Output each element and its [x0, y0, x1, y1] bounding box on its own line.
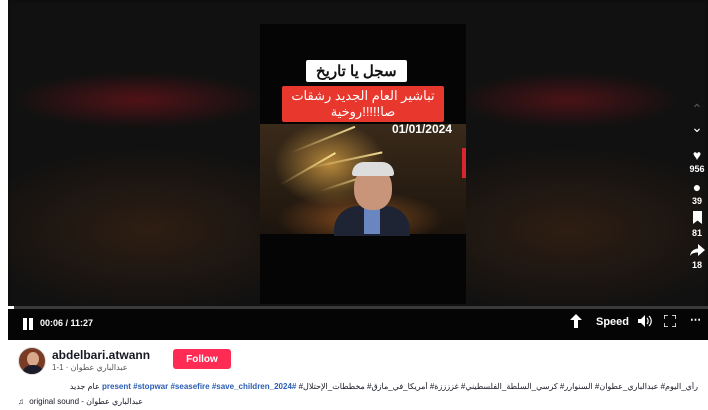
- video-frame[interactable]: سجل يا تاريخ تباشير العام الجديد رشقات ص…: [260, 24, 466, 304]
- caption-text[interactable]: رأي_اليوم# عبدالباري_عطوان# السنوارر# كر…: [299, 382, 698, 391]
- heart-icon[interactable]: ♥: [682, 146, 708, 164]
- video-date-stamp: 01/01/2024: [391, 122, 452, 136]
- chevron-down-icon[interactable]: ⌄: [682, 118, 708, 136]
- chevron-up-icon[interactable]: ⌃: [682, 100, 708, 118]
- video-page: سجل يا تاريخ تباشير العام الجديد رشقات ص…: [0, 0, 708, 410]
- comment-icon[interactable]: ●: [682, 178, 708, 196]
- save-count: 81: [691, 228, 702, 238]
- author-username[interactable]: abdelbari.atwann: [52, 348, 150, 362]
- time-display: 00:06 / 11:27: [40, 318, 94, 328]
- music-label[interactable]: original sound - عبدالباري عطوان: [29, 397, 143, 406]
- video-overlay-title: سجل يا تاريخ: [306, 60, 407, 82]
- share-icon[interactable]: [682, 242, 708, 260]
- player-controls: 00:06 / 11:27 Speed ⋯: [8, 306, 708, 340]
- avatar[interactable]: [18, 347, 46, 375]
- presenter-figure: [334, 160, 410, 236]
- comment-count: 39: [691, 196, 702, 206]
- follow-button[interactable]: Follow: [173, 349, 231, 369]
- fullscreen-icon[interactable]: [663, 314, 677, 330]
- action-column: ⌃ ⌄ ♥ 956 ● 39 81 18: [682, 100, 708, 274]
- progress-bar[interactable]: [8, 306, 708, 309]
- like-count: 956: [689, 164, 705, 174]
- video-caption: رأي_اليوم# عبدالباري_عطوان# السنوارر# كر…: [18, 382, 698, 391]
- volume-icon[interactable]: [638, 315, 652, 330]
- speed-button[interactable]: Speed: [596, 316, 629, 328]
- pause-icon[interactable]: [22, 318, 34, 330]
- video-player[interactable]: سجل يا تاريخ تباشير العام الجديد رشقات ص…: [8, 0, 708, 340]
- pin-icon[interactable]: [570, 314, 582, 331]
- share-count: 18: [691, 260, 702, 270]
- caption-suffix: عام جديد: [69, 382, 100, 391]
- more-icon[interactable]: ⋯: [690, 313, 701, 326]
- progress-fill: [8, 306, 15, 309]
- author-subline: 1-1 · عبدالباري عطوان: [52, 363, 128, 372]
- bookmark-icon[interactable]: [682, 210, 708, 228]
- red-banner-edge: [462, 148, 466, 178]
- music-note-icon: ♫: [18, 397, 24, 406]
- caption-hashtags[interactable]: #2024_present #stopwar #seasefire #save_…: [102, 382, 296, 391]
- video-overlay-subtitle: تباشير العام الجديد رشقات صا!!!!!روخية: [282, 86, 444, 122]
- music-row[interactable]: ♫ original sound - عبدالباري عطوان: [18, 397, 143, 406]
